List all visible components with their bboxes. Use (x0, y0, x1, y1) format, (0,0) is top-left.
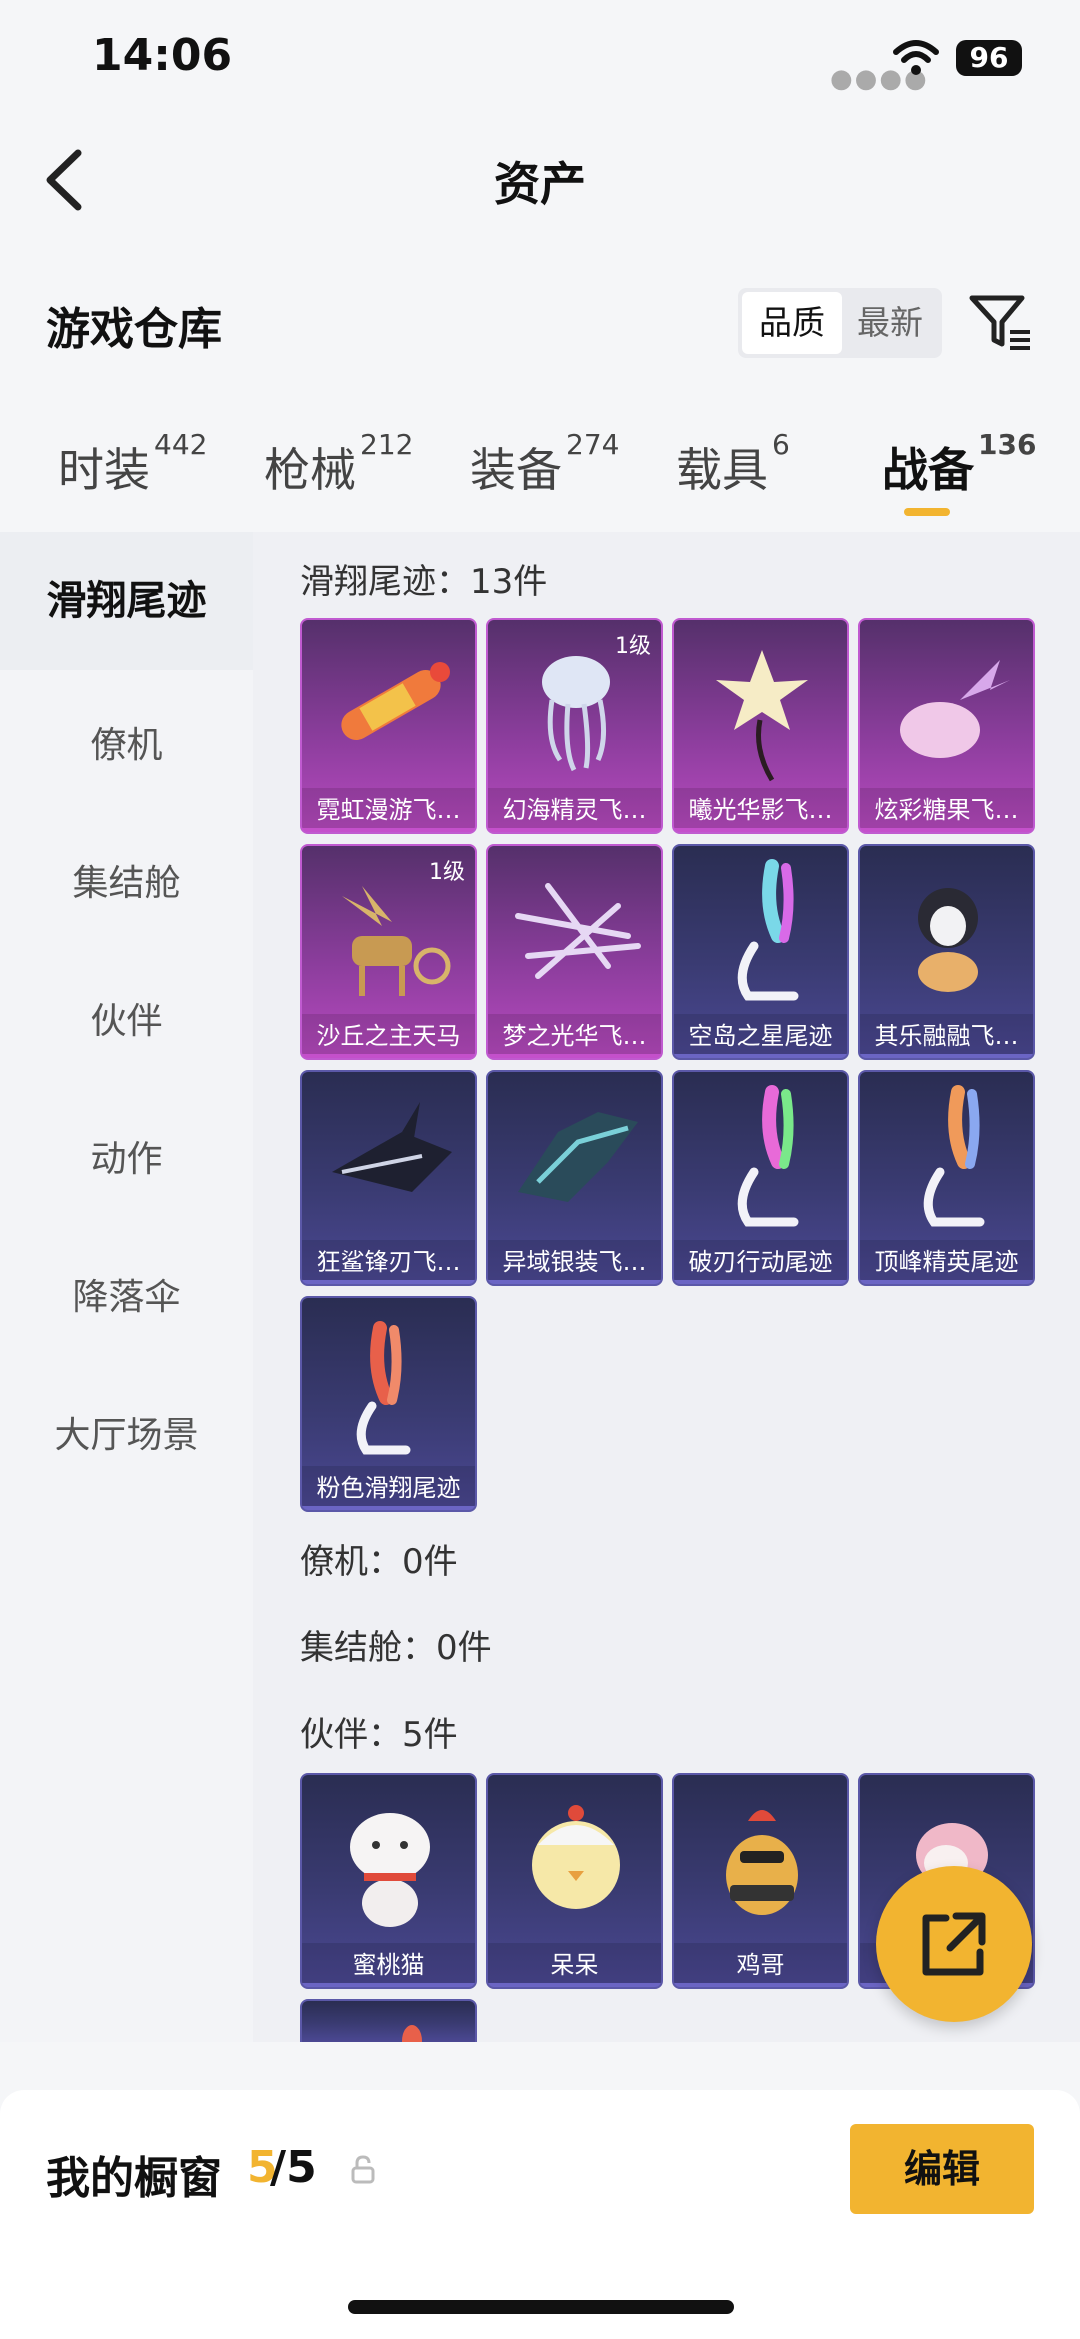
battery-indicator: 96 (956, 40, 1022, 76)
smoke-trail-icon (356, 1321, 411, 1455)
item-card[interactable]: 梦之光华飞… (486, 844, 663, 1060)
sidebar-item-parachute[interactable]: 降落伞 (0, 1268, 253, 1320)
item-name: 蜜桃猫 (302, 1943, 475, 1987)
item-card[interactable]: 鸡哥 (672, 1773, 849, 1989)
lock-icon (351, 2155, 375, 2184)
tab-fashion[interactable]: 时装 442 (58, 428, 207, 500)
category-sidebar: 滑翔尾迹 僚机 集结舱 伙伴 动作 降落伞 大厅场景 (0, 532, 253, 2042)
item-card[interactable]: 其乐融融飞… (858, 844, 1035, 1060)
partner-icon (402, 2025, 422, 2042)
item-name: 炫彩糖果飞… (860, 788, 1033, 832)
sidebar-item-glide-trail[interactable]: 滑翔尾迹 (0, 532, 253, 670)
item-card[interactable]: 蜜桃猫 (300, 1773, 477, 1989)
silver-wing-icon (518, 1112, 638, 1202)
tab-combat-gear[interactable]: 战备 136 (882, 428, 1036, 500)
flower-icon (716, 650, 808, 782)
item-card[interactable]: 异域银装飞… (486, 1070, 663, 1286)
item-card[interactable]: 炫彩糖果飞… (858, 618, 1035, 834)
item-card[interactable]: 顶峰精英尾迹 (858, 1070, 1035, 1286)
item-name: 粉色滑翔尾迹 (302, 1466, 475, 1510)
home-indicator (348, 2300, 734, 2314)
sidebar-item-capsule[interactable]: 集结舱 (0, 854, 253, 906)
item-card[interactable]: 曦光华影飞… (672, 618, 849, 834)
sidebar-item-emote[interactable]: 动作 (0, 1130, 253, 1182)
chick-icon (532, 1805, 620, 1909)
item-card[interactable]: 狂鲨锋刃飞… (300, 1070, 477, 1286)
item-card[interactable]: 破刃行动尾迹 (672, 1070, 849, 1286)
item-name: 幻海精灵飞… (488, 788, 661, 832)
page-title: 资产 (494, 157, 586, 211)
sidebar-item-wingman[interactable]: 僚机 (0, 716, 253, 768)
warehouse-title: 游戏仓库 (46, 304, 222, 355)
tab-guns[interactable]: 枪械 212 (264, 428, 413, 500)
smoke-trail-icon (737, 859, 799, 1001)
sort-quality-option[interactable]: 品质 (742, 292, 842, 354)
peach-cat-icon (350, 1813, 430, 1927)
item-name: 其乐融融飞… (860, 1014, 1033, 1058)
sidebar-item-lobby-scene[interactable]: 大厅场景 (0, 1406, 253, 1458)
candy-icon (900, 660, 1010, 758)
status-bar: 14:06 ●●●● 96 (0, 0, 1080, 120)
tab-vehicles[interactable]: 载具 6 (676, 428, 790, 500)
item-name: 沙丘之主天马 (302, 1014, 475, 1058)
showcase-title: 我的橱窗 (46, 2153, 222, 2204)
item-name: 破刃行动尾迹 (674, 1240, 847, 1284)
neon-rocket-icon (341, 662, 450, 740)
wifi-icon (893, 40, 939, 75)
item-card[interactable]: 1级 幻海精灵飞… (486, 618, 663, 834)
item-card[interactable] (300, 1999, 477, 2042)
item-name: 鸡哥 (674, 1943, 847, 1987)
item-card[interactable]: 粉色滑翔尾迹 (300, 1296, 477, 1512)
item-name: 呆呆 (488, 1943, 661, 1987)
item-card[interactable]: 霓虹漫游飞… (300, 618, 477, 834)
item-level-badge: 1级 (429, 860, 465, 885)
tab-equipment[interactable]: 装备 274 (470, 428, 619, 500)
filter-icon[interactable] (968, 290, 1032, 354)
edit-button[interactable]: 编辑 (850, 2124, 1034, 2214)
smoke-trail-icon (737, 1085, 799, 1227)
item-name: 霓虹漫游飞… (302, 788, 475, 832)
item-level-badge: 1级 (615, 634, 651, 659)
share-button[interactable] (876, 1866, 1032, 2022)
sidebar-item-partner[interactable]: 伙伴 (0, 992, 253, 1044)
showcase-count-total: /5 (270, 2142, 317, 2193)
item-card[interactable]: 空岛之星尾迹 (672, 844, 849, 1060)
active-tab-indicator (904, 508, 950, 516)
item-name: 曦光华影飞… (674, 788, 847, 832)
status-time: 14:06 (92, 30, 233, 81)
section-title-capsule: 集结舱：0件 (300, 1628, 492, 1668)
item-name: 狂鲨锋刃飞… (302, 1240, 475, 1284)
penguin-icon (918, 888, 978, 992)
item-name: 顶峰精英尾迹 (860, 1240, 1033, 1284)
sort-toggle: 品质 最新 (738, 288, 942, 358)
section-title-wingman: 僚机：0件 (300, 1542, 458, 1582)
shark-blade-icon (332, 1102, 452, 1192)
item-card[interactable]: 呆呆 (486, 1773, 663, 1989)
section-title-trails: 滑翔尾迹：13件 (300, 562, 548, 602)
smoke-trail-icon (923, 1085, 985, 1227)
section-title-partners: 伙伴：5件 (300, 1715, 458, 1755)
rooster-icon (726, 1810, 798, 1915)
item-card[interactable]: 1级 沙丘之主天马 (300, 844, 477, 1060)
item-name: 空岛之星尾迹 (674, 1014, 847, 1058)
item-name: 梦之光华飞… (488, 1014, 661, 1058)
light-wing-icon (515, 883, 641, 979)
item-name: 异域银装飞… (488, 1240, 661, 1284)
sort-latest-option[interactable]: 最新 (840, 288, 940, 358)
share-external-icon (922, 1912, 986, 1976)
